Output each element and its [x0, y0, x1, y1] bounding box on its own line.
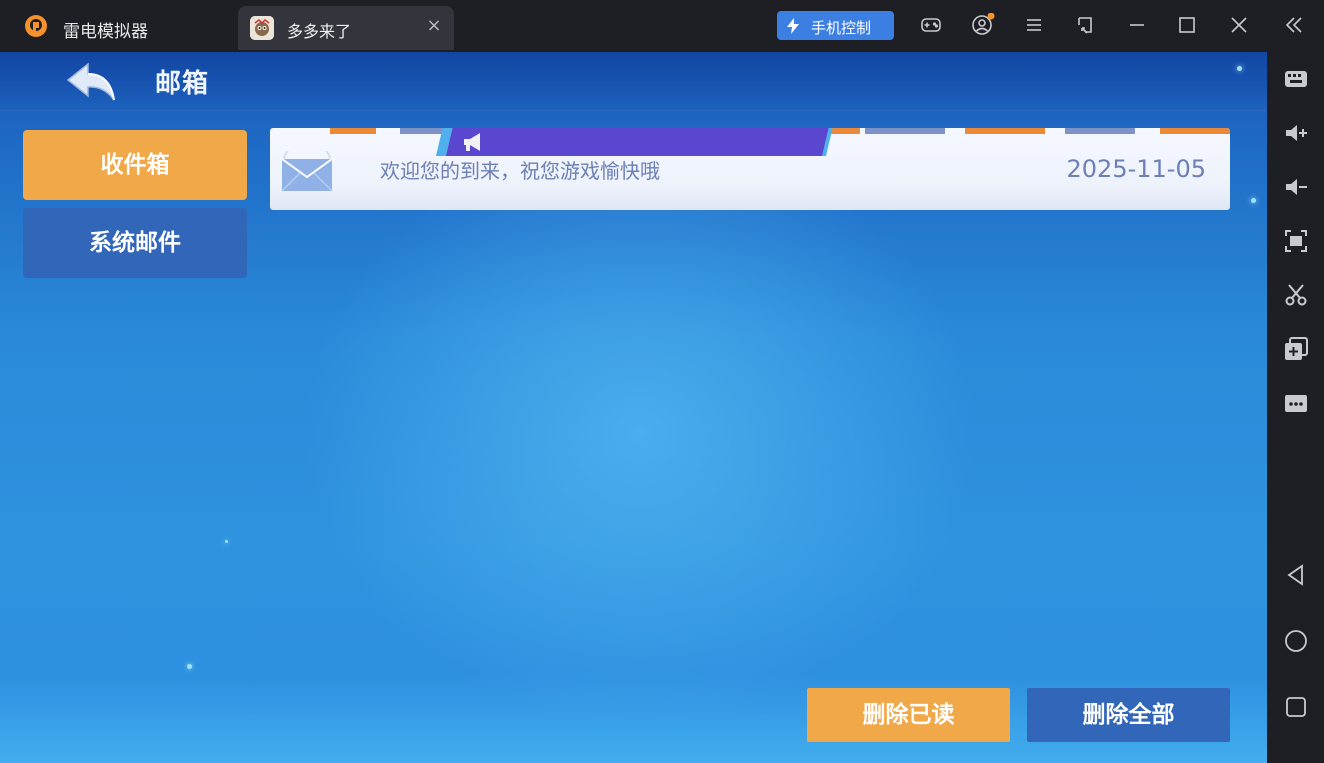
phone-control-label: 手机控制	[811, 19, 872, 37]
home-nav-icon[interactable]	[1283, 628, 1309, 654]
title-bar: 雷电模拟器 多多来了 × 手机控制	[0, 0, 1324, 52]
tab-label: 多多来了	[287, 22, 352, 41]
tab-system-mail[interactable]: 系统邮件	[23, 208, 247, 278]
add-window-icon[interactable]	[1283, 336, 1309, 362]
game-view: 邮箱 收件箱 系统邮件 欢迎您的到来，祝您游戏愉快哦 2025-11-05 删除…	[0, 52, 1267, 763]
tab-game[interactable]: 多多来了 ×	[238, 6, 454, 50]
minimize-icon[interactable]	[1125, 13, 1149, 37]
maximize-icon[interactable]	[1175, 13, 1199, 37]
right-toolbar	[1267, 52, 1324, 763]
user-icon[interactable]	[970, 13, 995, 37]
tab-close-icon[interactable]: ×	[424, 16, 444, 36]
page-title: 邮箱	[155, 69, 210, 99]
delete-read-button[interactable]: 删除已读	[807, 688, 1010, 742]
volume-up-icon[interactable]	[1283, 120, 1309, 146]
scissors-icon[interactable]	[1283, 282, 1309, 308]
mail-banner	[436, 128, 833, 156]
sparkle	[1237, 66, 1242, 71]
gamepad-icon[interactable]	[919, 13, 943, 37]
mail-subject: 欢迎您的到来，祝您游戏愉快哦	[380, 159, 660, 183]
back-button[interactable]	[64, 60, 120, 106]
more-icon[interactable]	[1283, 390, 1309, 416]
mail-list-item[interactable]: 欢迎您的到来，祝您游戏愉快哦 2025-11-05	[270, 128, 1230, 210]
tab-inbox[interactable]: 收件箱	[23, 130, 247, 200]
envelope-icon	[281, 151, 333, 192]
mail-date: 2025-11-05	[1066, 155, 1206, 183]
resize-icon[interactable]	[1073, 13, 1097, 37]
screenshot-icon[interactable]	[1283, 228, 1309, 254]
phone-control-button[interactable]: 手机控制	[777, 11, 894, 40]
app-name: 雷电模拟器	[63, 22, 148, 42]
sparkle	[225, 540, 228, 543]
menu-icon[interactable]	[1022, 13, 1046, 37]
collapse-icon[interactable]	[1282, 13, 1306, 37]
game-app-icon	[250, 16, 274, 40]
volume-down-icon[interactable]	[1283, 174, 1309, 200]
sparkle	[1251, 198, 1256, 203]
close-icon[interactable]	[1227, 13, 1251, 37]
delete-all-button[interactable]: 删除全部	[1027, 688, 1230, 742]
back-arrow-icon	[66, 62, 115, 101]
recents-nav-icon[interactable]	[1283, 694, 1309, 720]
back-nav-icon[interactable]	[1283, 562, 1309, 588]
lightning-icon	[787, 18, 799, 34]
sparkle	[187, 664, 192, 669]
keyboard-icon[interactable]	[1283, 66, 1309, 92]
app-logo-icon	[24, 14, 48, 38]
